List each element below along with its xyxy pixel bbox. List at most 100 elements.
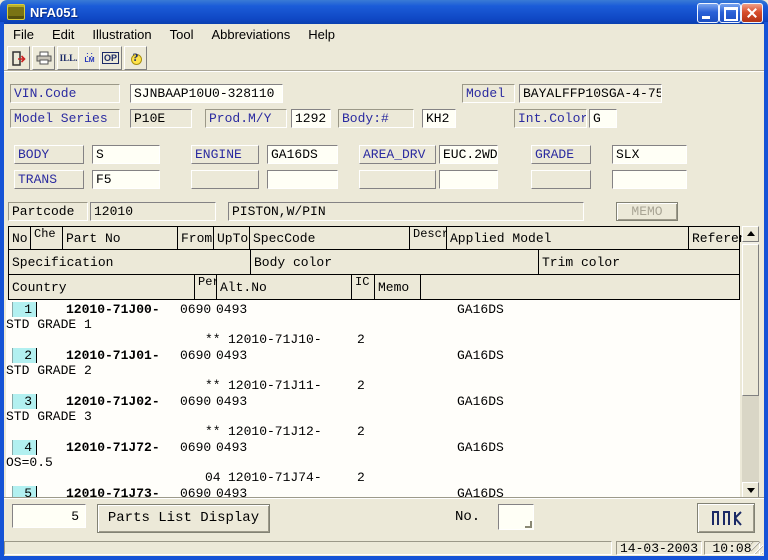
scrollbar-track[interactable] [742, 396, 759, 482]
model-field[interactable]: BAYALFFP10SGA-4-75 [519, 84, 662, 103]
area-drv2-field-empty[interactable] [439, 170, 498, 189]
maximize-button[interactable] [719, 3, 741, 23]
alt-prefix: 04 [205, 470, 221, 485]
status-date: 14-03-2003 [616, 541, 702, 555]
print-button[interactable] [32, 46, 55, 70]
memo-button[interactable]: MEMO [616, 202, 678, 221]
alt-prefix: ** [205, 424, 221, 439]
resize-grip[interactable] [751, 542, 763, 554]
scrollbar-thumb[interactable] [742, 244, 759, 396]
table-row-5[interactable]: 5 12010-71J73- 0690 0493 GA16DS [6, 486, 740, 498]
parts-glyph-icon [709, 509, 743, 527]
grade2-field-empty[interactable] [612, 170, 687, 189]
applied-model: GA16DS [457, 486, 504, 498]
applied-model: GA16DS [457, 394, 504, 409]
toolbar: ILL. : :LM OP ? [4, 44, 764, 71]
application-window: NFA051 File Edit Illustration Tool Abbre… [0, 0, 768, 560]
upto: 0493 [216, 302, 247, 317]
row-number: 2 [12, 348, 37, 363]
part-no: 12010-71J72- [66, 440, 160, 455]
alt-part-no: 12010-71J11- [228, 378, 322, 393]
help-button[interactable]: ? [124, 46, 147, 70]
col-speccode: SpecCode [249, 226, 409, 250]
table-row-3[interactable]: 3 12010-71J02- 0690 0493 GA16DS STD GRAD… [6, 394, 740, 440]
alt-part-no: 12010-71J10- [228, 332, 322, 347]
from: 0690 [180, 302, 211, 317]
part-no: 12010-71J00- [66, 302, 160, 317]
part-no: 12010-71J02- [66, 394, 160, 409]
table-row-1[interactable]: 1 12010-71J00- 0690 0493 GA16DS STD GRAD… [6, 302, 740, 348]
specification: STD GRADE 1 [6, 317, 92, 332]
parts-list-display-button[interactable]: Parts List Display [97, 504, 270, 533]
body-number-field[interactable]: KH2 [422, 109, 456, 128]
upto: 0493 [216, 394, 247, 409]
col-empty [420, 275, 740, 300]
row-count-field[interactable]: 5 [12, 504, 86, 528]
exit-button[interactable] [7, 46, 30, 70]
maximize-icon [724, 7, 738, 21]
scroll-up-button[interactable] [742, 226, 759, 242]
vin-code-label: VIN.Code [10, 84, 120, 103]
body-field[interactable]: S [92, 145, 160, 164]
from: 0690 [180, 440, 211, 455]
upto: 0493 [216, 486, 247, 498]
partcode-field[interactable]: 12010 [90, 202, 216, 221]
row-number: 1 [12, 302, 37, 317]
menu-tool[interactable]: Tool [161, 25, 203, 44]
int-color-label: Int.Color [514, 109, 587, 128]
menu-edit[interactable]: Edit [43, 25, 83, 44]
applied-model: GA16DS [457, 440, 504, 455]
parts-lm-button[interactable]: : :LM [78, 46, 101, 70]
op-button[interactable]: OP [99, 46, 122, 70]
col-che: Che [30, 226, 62, 250]
engine-field[interactable]: GA16DS [267, 145, 338, 164]
specification: STD GRADE 2 [6, 363, 92, 378]
engine-label: ENGINE [191, 145, 259, 164]
exit-door-icon [11, 51, 26, 66]
col-alt-no: Alt.No [216, 275, 351, 300]
part-description-field[interactable]: PISTON,W/PIN [228, 202, 584, 221]
upto: 0493 [216, 348, 247, 363]
col-country: Country [8, 275, 194, 300]
alt-ic: 2 [357, 470, 365, 485]
window-border-left [0, 22, 4, 560]
area-drv-field[interactable]: EUC.2WD [439, 145, 498, 164]
minimize-button[interactable] [697, 3, 719, 23]
engine2-label-empty [191, 170, 259, 189]
illustration-button[interactable]: ILL. [57, 46, 80, 70]
parts-glyph-button[interactable] [697, 503, 755, 533]
menu-file[interactable]: File [4, 25, 43, 44]
menu-abbreviations[interactable]: Abbreviations [202, 25, 299, 44]
scroll-down-button[interactable] [742, 482, 759, 498]
help-icon: ? [129, 51, 143, 65]
engine2-field-empty[interactable] [267, 170, 338, 189]
body-number-label: Body:# [338, 109, 414, 128]
table-row-2[interactable]: 2 12010-71J01- 0690 0493 GA16DS STD GRAD… [6, 348, 740, 394]
vin-code-field[interactable]: SJNBAAP10U0-328110 [130, 84, 283, 103]
alt-part-no: 12010-71J74- [228, 470, 322, 485]
int-color-field[interactable]: G [589, 109, 617, 128]
prod-my-field[interactable]: 1292 [291, 109, 331, 128]
alt-part-no: 12010-71J12- [228, 424, 322, 439]
specification: OS=0.5 [6, 455, 53, 470]
printer-icon [36, 51, 52, 65]
col-part-no: Part No [62, 226, 177, 250]
status-bar: 14-03-2003 10:08 [4, 540, 764, 556]
menu-illustration[interactable]: Illustration [83, 25, 160, 44]
trans-field[interactable]: F5 [92, 170, 160, 189]
table-row-4[interactable]: 4 12010-71J72- 0690 0493 GA16DS OS=0.5 0… [6, 440, 740, 486]
col-trim-color: Trim color [538, 250, 740, 275]
no-input[interactable] [498, 504, 534, 530]
model-series-field[interactable]: P10E [130, 109, 192, 128]
alt-prefix: ** [205, 378, 221, 393]
grade-field[interactable]: SLX [612, 145, 687, 164]
close-icon [742, 4, 762, 22]
col-ic: IC [351, 275, 374, 300]
no-label: No. [455, 509, 480, 525]
parts-table-header: No Che Part No From UpTo SpecCode Descr … [8, 226, 740, 300]
part-no: 12010-71J01- [66, 348, 160, 363]
alt-ic: 2 [357, 378, 365, 393]
close-button[interactable] [741, 3, 763, 23]
upto: 0493 [216, 440, 247, 455]
menu-help[interactable]: Help [299, 25, 344, 44]
